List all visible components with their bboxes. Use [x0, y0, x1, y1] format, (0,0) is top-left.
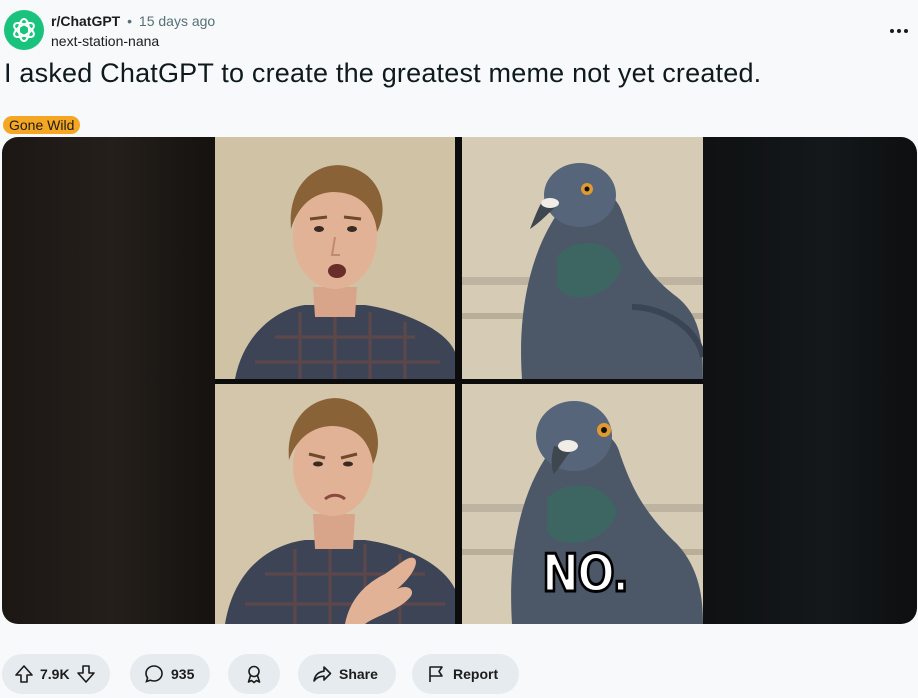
share-label: Share — [339, 666, 378, 682]
flair-badge[interactable]: Gone Wild — [3, 116, 81, 134]
report-button[interactable]: Report — [412, 654, 519, 694]
flag-icon — [429, 666, 443, 682]
upvote-button[interactable] — [14, 664, 34, 684]
post-meta: r/ChatGPT • 15 days ago — [51, 13, 215, 29]
meme-panel-man-shocked — [215, 137, 455, 379]
award-button[interactable] — [228, 654, 280, 694]
meme-panel-pigeon-no: NO. — [462, 384, 703, 624]
report-label: Report — [453, 666, 499, 682]
comment-count: 935 — [171, 666, 195, 682]
openai-logo-icon — [13, 18, 35, 42]
author-link[interactable]: next-station-nana — [51, 33, 159, 49]
arrow-down-icon — [76, 665, 95, 683]
more-horizontal-icon — [890, 29, 908, 33]
share-arrow-icon — [313, 666, 332, 682]
arrow-up-icon — [15, 665, 33, 683]
meme-image: NO. — [215, 137, 703, 624]
vote-score: 7.9K — [40, 666, 70, 682]
post-time: 15 days ago — [138, 13, 216, 29]
subreddit-avatar[interactable] — [4, 10, 44, 50]
post-image[interactable]: NO. — [2, 137, 917, 624]
subreddit-link[interactable]: r/ChatGPT — [51, 13, 120, 29]
meme-panel-man-questioning — [215, 384, 455, 624]
meme-panel-pigeon-looking — [462, 137, 703, 379]
post-title[interactable]: I asked ChatGPT to create the greatest m… — [4, 58, 761, 89]
meta-separator: • — [127, 13, 133, 29]
meme-caption: NO. — [541, 543, 631, 606]
speech-bubble-icon — [145, 665, 163, 683]
share-button[interactable]: Share — [298, 654, 396, 694]
comments-button[interactable]: 935 — [130, 654, 210, 694]
downvote-button[interactable] — [76, 664, 96, 684]
more-options-button[interactable] — [884, 16, 914, 46]
vote-bar: 7.9K — [2, 654, 110, 694]
award-icon — [247, 665, 261, 684]
post-header: r/ChatGPT • 15 days ago next-station-nan… — [4, 10, 914, 54]
